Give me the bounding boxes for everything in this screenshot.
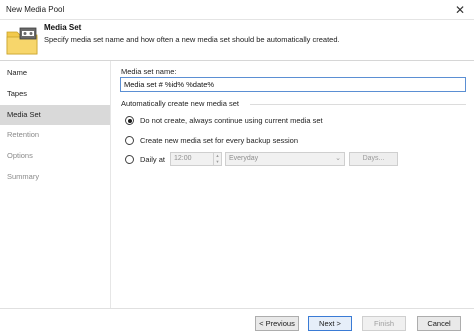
daily-frequency-select: Everyday ⌄ (225, 152, 345, 166)
wizard-header: Media Set Specify media set name and how… (0, 20, 474, 61)
chevron-down-icon: ⌄ (335, 155, 341, 162)
close-icon[interactable]: ✕ (446, 0, 474, 20)
page-description: Specify media set name and how often a n… (44, 35, 340, 44)
days-button: Days... (349, 152, 398, 166)
daily-time-field: 12:00 ▲ ▼ (170, 152, 222, 166)
media-pool-folder-icon (6, 27, 38, 55)
sidebar-item-name[interactable]: Name (0, 63, 110, 83)
sidebar-item-tapes[interactable]: Tapes (0, 84, 110, 104)
finish-button: Finish (362, 316, 406, 331)
window-title-bar: New Media Pool ✕ (0, 0, 474, 20)
previous-button[interactable]: < Previous (255, 316, 299, 331)
media-set-name-input[interactable]: Media set # %id% %date% (120, 77, 466, 92)
sidebar-item-media-set[interactable]: Media Set (0, 105, 110, 125)
next-button[interactable]: Next > (308, 316, 352, 331)
group-divider (250, 104, 466, 105)
option-continue-current-radio[interactable] (125, 116, 134, 125)
daily-time-value: 12:00 (174, 155, 192, 162)
option-continue-current-label: Do not create, always continue using cur… (140, 116, 323, 125)
auto-create-group-label: Automatically create new media set (121, 99, 239, 108)
option-daily-label: Daily at (140, 155, 166, 164)
page-title: Media Set (44, 23, 82, 32)
wizard-footer: < Previous Next > Finish Cancel (0, 308, 474, 336)
media-set-name-label: Media set name: (121, 67, 177, 76)
option-every-session-label: Create new media set for every backup se… (140, 136, 298, 145)
option-every-session-radio[interactable] (125, 136, 134, 145)
daily-frequency-value: Everyday (229, 155, 259, 162)
cancel-button[interactable]: Cancel (417, 316, 461, 331)
option-daily-row[interactable]: Daily at (125, 155, 165, 164)
sidebar-item-options: Options (7, 151, 33, 160)
sidebar-item-retention: Retention (7, 130, 40, 139)
time-spinner-icon: ▲ ▼ (213, 153, 221, 165)
sidebar-item-summary: Summary (7, 172, 40, 181)
option-continue-current-row[interactable]: Do not create, always continue using cur… (125, 116, 323, 125)
window-title: New Media Pool (6, 5, 65, 14)
option-daily-radio[interactable] (125, 155, 134, 164)
wizard-content: Media set name: Media set # %id% %date% … (112, 61, 474, 308)
wizard-steps-sidebar: Name Tapes Media Set Retention Options S… (0, 61, 111, 308)
option-every-session-row[interactable]: Create new media set for every backup se… (125, 136, 298, 145)
